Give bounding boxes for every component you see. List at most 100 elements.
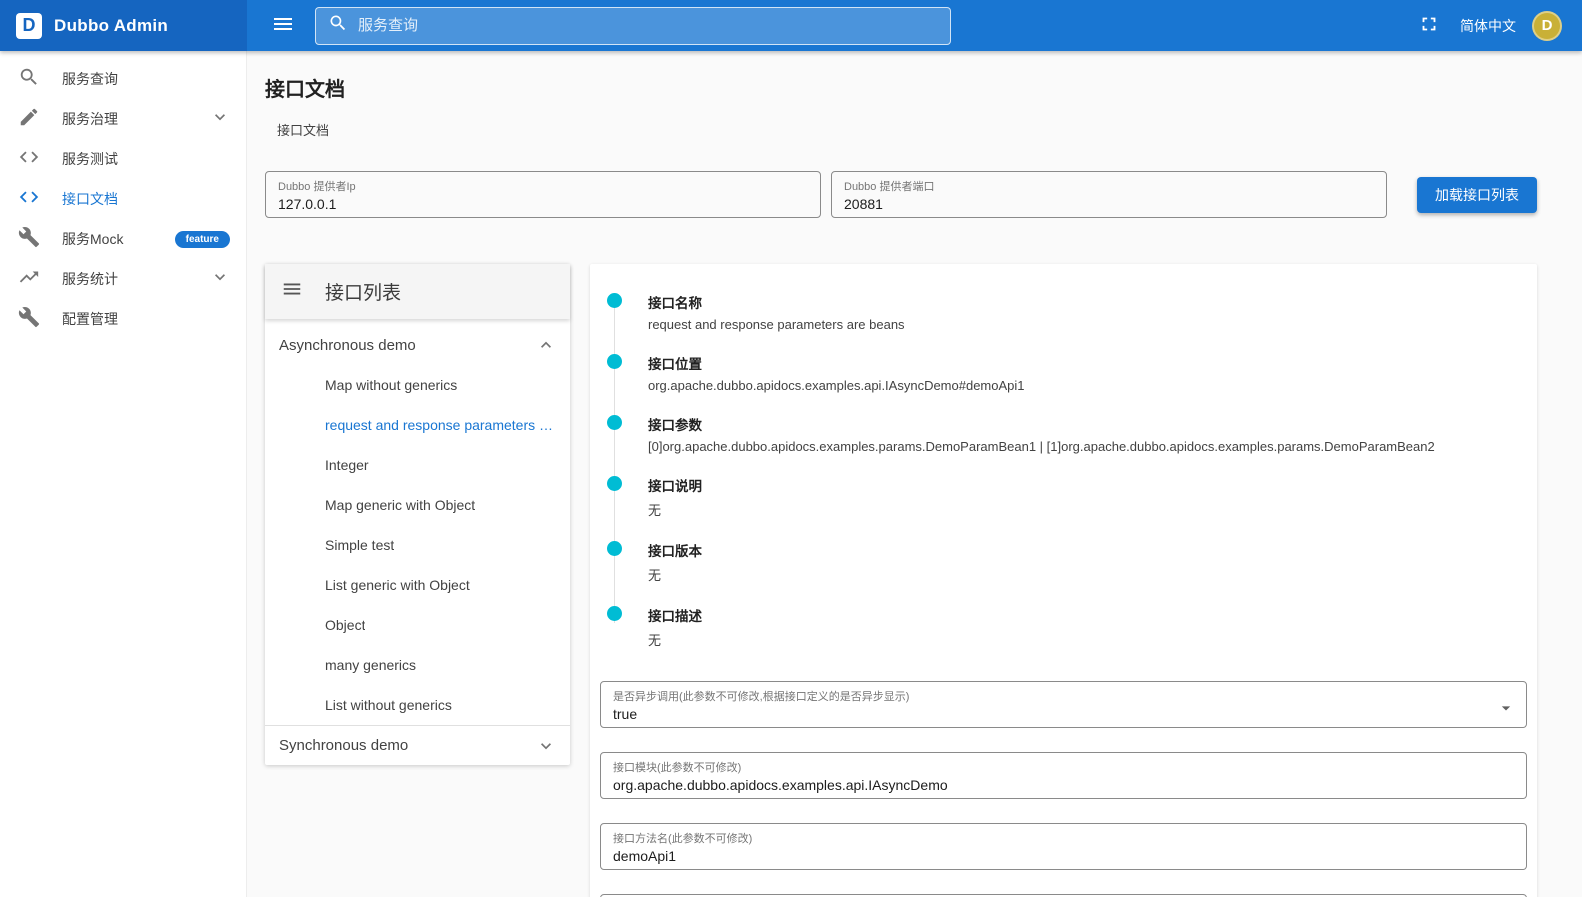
api-item-label: Simple test xyxy=(325,537,395,553)
api-group-synchronous-demo[interactable]: Synchronous demo xyxy=(265,725,570,765)
sidebar-toggle-button[interactable] xyxy=(267,8,299,43)
timeline-value: 无 xyxy=(648,503,662,518)
app-title: Dubbo Admin xyxy=(54,15,169,35)
api-item-label: List generic with Object xyxy=(325,577,470,593)
method-name-label: 接口方法名(此参数不可修改) xyxy=(613,833,753,845)
api-item[interactable]: Simple test xyxy=(265,525,570,565)
module-input[interactable] xyxy=(613,777,1514,793)
timeline-item-detail: 接口描述 无 xyxy=(607,605,1527,649)
sidebar-item-label: 服务统计 xyxy=(62,271,118,287)
main-content: 接口文档 接口文档 Dubbo 提供者Ip Dubbo 提供者端口 加载接口列表… xyxy=(247,51,1582,897)
chart-icon xyxy=(18,266,40,293)
api-group-label: Asynchronous demo xyxy=(279,336,416,354)
brand: D Dubbo Admin xyxy=(0,0,247,51)
api-list-header: 接口列表 xyxy=(265,264,570,319)
api-item-label: List without generics xyxy=(325,697,452,713)
timeline-item-description: 接口说明 无 xyxy=(607,475,1527,519)
language-selector[interactable]: 简体中文 xyxy=(1460,16,1516,36)
sidebar-item-label: 服务测试 xyxy=(62,151,118,167)
api-list-card: 接口列表 Asynchronous demo Map without gener… xyxy=(265,264,570,765)
chevron-down-icon xyxy=(210,267,230,292)
sidebar-item-api-docs[interactable]: 接口文档 xyxy=(0,179,246,219)
api-item[interactable]: many generics xyxy=(265,645,570,685)
search-icon xyxy=(328,13,348,38)
top-navbar: D Dubbo Admin 简体中文 D xyxy=(0,0,1582,51)
provider-ip-label: Dubbo 提供者Ip xyxy=(278,181,356,193)
sidebar: 服务查询 服务治理 服务测试 接口文档 服务Mock feature 服务统计 … xyxy=(0,51,247,897)
search-input[interactable] xyxy=(358,17,938,34)
api-item-label: Object xyxy=(325,617,366,633)
feature-badge: feature xyxy=(174,230,230,248)
avatar[interactable]: D xyxy=(1532,10,1562,41)
timeline-label: 接口说明 xyxy=(648,479,702,494)
api-item[interactable]: List without generics xyxy=(265,685,570,725)
sidebar-item-service-test[interactable]: 服务测试 xyxy=(0,139,246,179)
timeline-item-location: 接口位置 org.apache.dubbo.apidocs.examples.a… xyxy=(607,353,1527,393)
async-select-field[interactable]: 是否异步调用(此参数不可修改,根据接口定义的是否异步显示) true xyxy=(600,681,1527,728)
content-columns: 接口列表 Asynchronous demo Map without gener… xyxy=(265,264,1537,897)
app-root: D Dubbo Admin 简体中文 D 服务查询 服务治理 xyxy=(0,0,1582,897)
chevron-down-icon xyxy=(210,107,230,132)
api-item[interactable]: Integer xyxy=(265,445,570,485)
timeline-label: 接口版本 xyxy=(648,544,702,559)
timeline-dot-icon xyxy=(607,476,622,491)
timeline-dot-icon xyxy=(607,415,622,430)
api-item[interactable]: Map generic with Object xyxy=(265,485,570,525)
menu-icon[interactable] xyxy=(281,278,303,305)
module-field[interactable]: 接口模块(此参数不可修改) xyxy=(600,752,1527,799)
api-item[interactable]: Object xyxy=(265,605,570,645)
navbar-content: 简体中文 D xyxy=(247,0,1582,51)
api-tree: Asynchronous demo Map without generics r… xyxy=(265,319,570,765)
sidebar-item-service-statistics[interactable]: 服务统计 xyxy=(0,259,246,299)
pencil-icon xyxy=(18,106,40,133)
provider-ip-input[interactable] xyxy=(278,196,808,212)
timeline-item-name: 接口名称 request and response parameters are… xyxy=(607,292,1527,332)
sidebar-item-label: 服务治理 xyxy=(62,111,118,127)
provider-port-label: Dubbo 提供者端口 xyxy=(844,181,935,193)
sidebar-item-service-mock[interactable]: 服务Mock feature xyxy=(0,219,246,259)
dubbo-logo-icon: D xyxy=(16,12,42,39)
api-group-asynchronous-demo[interactable]: Asynchronous demo xyxy=(265,325,570,365)
sidebar-item-label: 服务查询 xyxy=(62,71,118,87)
sidebar-item-label: 服务Mock xyxy=(62,231,124,247)
sidebar-item-label: 接口文档 xyxy=(62,191,118,207)
sidebar-item-label: 配置管理 xyxy=(62,311,118,327)
api-item[interactable]: Map without generics xyxy=(265,365,570,405)
api-detail-form: 是否异步调用(此参数不可修改,根据接口定义的是否异步显示) true 接口模块(… xyxy=(600,681,1527,897)
sidebar-item-service-search[interactable]: 服务查询 xyxy=(0,59,246,99)
api-item-label: Map without generics xyxy=(325,377,458,393)
provider-port-field[interactable]: Dubbo 提供者端口 xyxy=(831,171,1387,218)
provider-port-input[interactable] xyxy=(844,196,1374,212)
api-list-title: 接口列表 xyxy=(325,283,402,304)
timeline-value: 无 xyxy=(648,633,662,648)
api-item[interactable]: List generic with Object xyxy=(265,565,570,605)
timeline-item-params: 接口参数 [0]org.apache.dubbo.apidocs.example… xyxy=(607,414,1527,454)
hamburger-icon xyxy=(271,12,295,39)
dropdown-caret-icon[interactable] xyxy=(1496,698,1516,723)
sidebar-item-service-governance[interactable]: 服务治理 xyxy=(0,99,246,139)
chevron-down-icon xyxy=(536,736,556,756)
timeline-dot-icon xyxy=(607,293,622,308)
timeline-item-version: 接口版本 无 xyxy=(607,540,1527,584)
timeline-dot-icon xyxy=(607,541,622,556)
provider-ip-field[interactable]: Dubbo 提供者Ip xyxy=(265,171,821,218)
api-item-label: Map generic with Object xyxy=(325,497,476,513)
api-detail-card: 接口名称 request and response parameters are… xyxy=(590,264,1537,897)
api-group-label: Synchronous demo xyxy=(279,737,409,754)
page-title: 接口文档 xyxy=(265,79,345,101)
timeline-value: [0]org.apache.dubbo.apidocs.examples.par… xyxy=(648,439,1435,454)
timeline-value: org.apache.dubbo.apidocs.examples.api.IA… xyxy=(648,378,1025,393)
module-label: 接口模块(此参数不可修改) xyxy=(613,762,742,774)
service-search-box[interactable] xyxy=(315,6,951,45)
api-detail-timeline: 接口名称 request and response parameters are… xyxy=(600,292,1527,649)
load-api-list-button[interactable]: 加载接口列表 xyxy=(1417,176,1537,213)
sidebar-item-config-management[interactable]: 配置管理 xyxy=(0,299,246,339)
fullscreen-button[interactable] xyxy=(1414,9,1444,42)
method-name-input[interactable] xyxy=(613,848,1514,864)
wrench-icon xyxy=(18,306,40,333)
method-name-field[interactable]: 接口方法名(此参数不可修改) xyxy=(600,823,1527,870)
timeline-dot-icon xyxy=(607,606,622,621)
api-item-label: many generics xyxy=(325,657,417,673)
api-item-selected[interactable]: request and response parameters are bean… xyxy=(265,405,570,445)
chevron-up-icon xyxy=(536,335,556,355)
